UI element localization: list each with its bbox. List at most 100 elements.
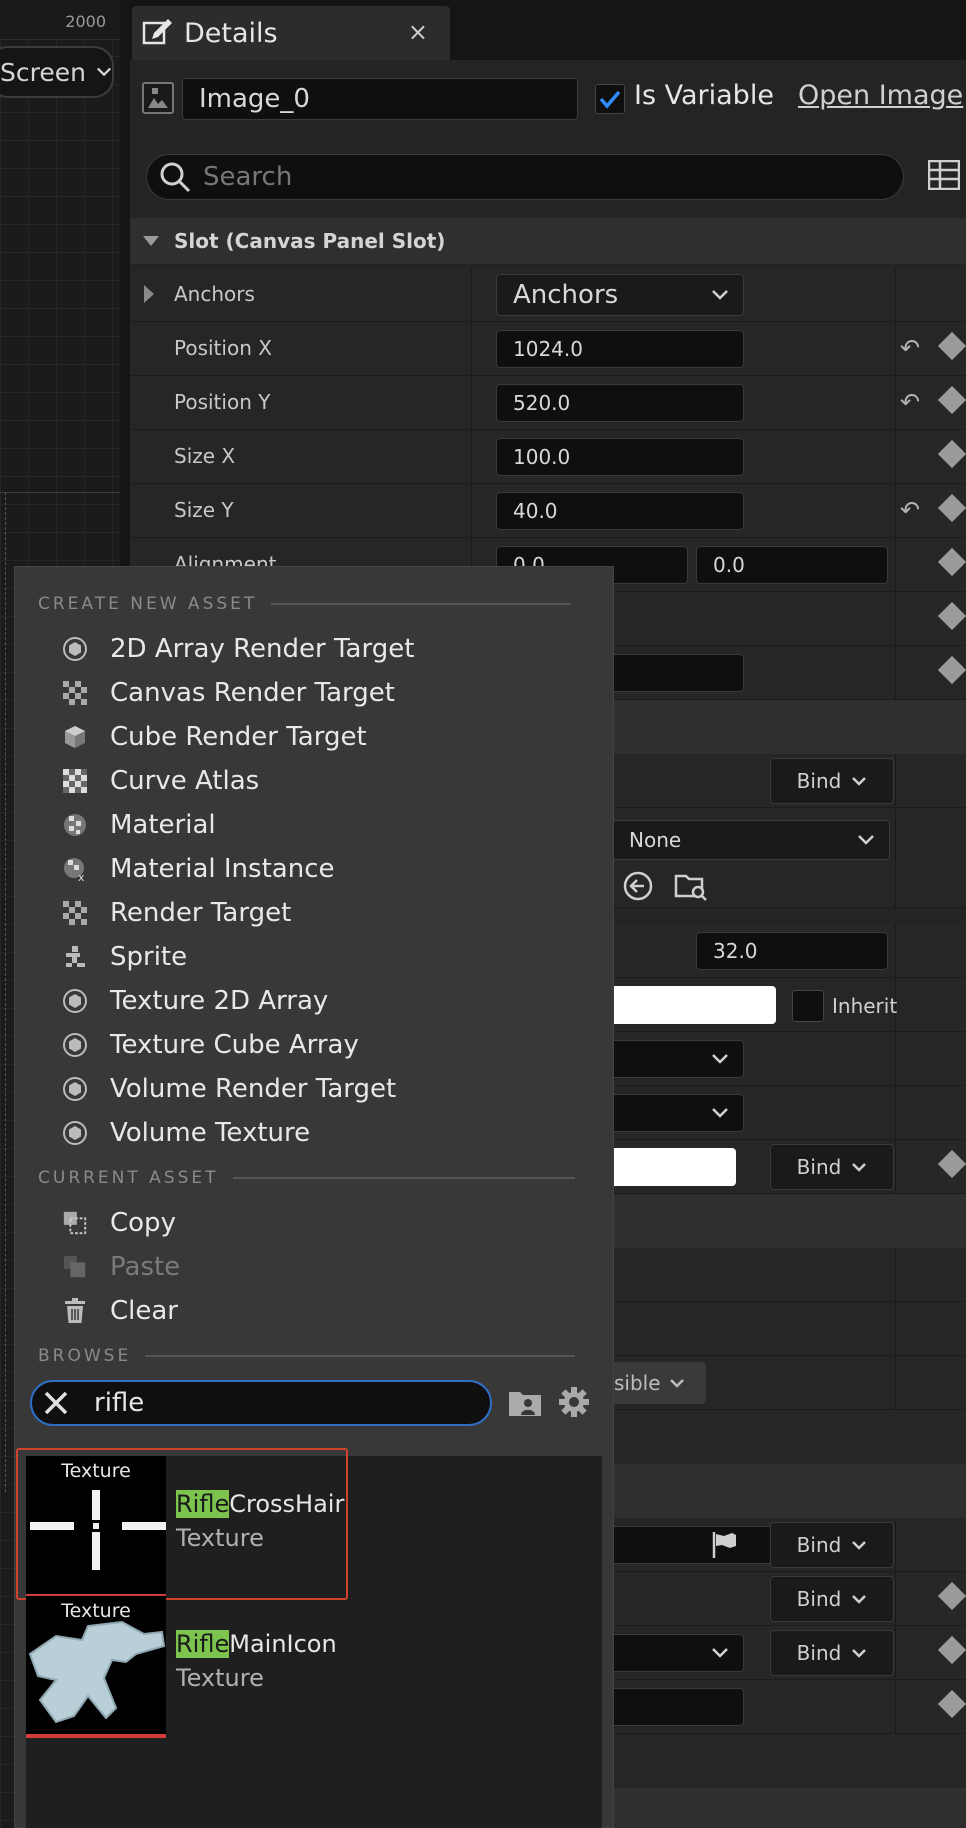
- menu-item-clear[interactable]: Clear: [62, 1291, 178, 1331]
- details-tab[interactable]: Details ×: [132, 6, 450, 60]
- gear-icon[interactable]: [558, 1386, 590, 1418]
- keyframe-diamond-icon[interactable]: [937, 601, 966, 631]
- details-tab-title: Details: [184, 17, 278, 49]
- inherit-label: Inherit: [832, 994, 898, 1018]
- open-image-link[interactable]: Open Image: [798, 80, 963, 111]
- visibility-dropdown[interactable]: sible: [600, 1362, 706, 1404]
- svg-text:x: x: [78, 871, 85, 882]
- keyframe-diamond-icon[interactable]: [937, 385, 966, 415]
- menu-item-label: Texture Cube Array: [110, 1030, 359, 1060]
- asset-type-label: Texture: [176, 1664, 264, 1692]
- bind-button[interactable]: Bind: [770, 758, 894, 804]
- pencil-icon: [142, 19, 172, 45]
- position-x-input[interactable]: 1024.0: [496, 330, 744, 368]
- browse-folder-icon[interactable]: [674, 870, 708, 902]
- reset-arrow-icon[interactable]: ↶: [900, 388, 920, 416]
- chevron-down-icon: [852, 777, 867, 786]
- menu-item-2d-array-render-target[interactable]: 2D Array Render Target: [62, 629, 414, 669]
- asset-search-input[interactable]: rifle: [30, 1380, 492, 1426]
- menu-item-material[interactable]: Material: [62, 805, 216, 845]
- table-view-icon[interactable]: [927, 159, 961, 191]
- keyframe-diamond-icon[interactable]: [937, 547, 966, 577]
- bind-button[interactable]: Bind: [770, 1630, 894, 1676]
- widget-bounds-dashed-line: [5, 492, 6, 1492]
- keyframe-diamond-icon[interactable]: [937, 1149, 966, 1179]
- keyframe-diamond-icon[interactable]: [937, 439, 966, 469]
- bind-label: Bind: [796, 1533, 842, 1557]
- bind-button[interactable]: Bind: [770, 1576, 894, 1622]
- viewport-guide-line: [0, 492, 120, 493]
- chevron-down-icon: [712, 290, 728, 300]
- dropdown[interactable]: [610, 1040, 744, 1078]
- position-y-input[interactable]: 520.0: [496, 384, 744, 422]
- color-swatch[interactable]: [610, 986, 776, 1024]
- menu-item-copy[interactable]: Copy: [62, 1203, 176, 1243]
- size-x-input[interactable]: 100.0: [496, 438, 744, 476]
- menu-item-curve-atlas[interactable]: Curve Atlas: [62, 761, 259, 801]
- menu-item-label: Clear: [110, 1296, 178, 1326]
- size-y-input[interactable]: 40.0: [496, 492, 744, 530]
- menu-item-volume-texture[interactable]: Volume Texture: [62, 1113, 310, 1153]
- bind-button[interactable]: Bind: [770, 1522, 894, 1568]
- flag-icon[interactable]: [710, 1530, 740, 1560]
- screen-button-label: Screen: [0, 57, 86, 87]
- menu-item-paste[interactable]: Paste: [62, 1247, 180, 1287]
- is-variable-checkbox[interactable]: [595, 84, 625, 114]
- menu-item-cube-render-target[interactable]: Cube Render Target: [62, 717, 367, 757]
- property-row-anchors: Anchors Anchors: [130, 268, 966, 322]
- menu-item-sprite[interactable]: Sprite: [62, 937, 187, 977]
- inherit-checkbox[interactable]: [792, 990, 824, 1022]
- menu-item-texture-2d-array[interactable]: Texture 2D Array: [62, 981, 328, 1021]
- folder-user-icon[interactable]: [508, 1388, 542, 1418]
- keyframe-diamond-icon[interactable]: [937, 493, 966, 523]
- cube-icon: [62, 1032, 88, 1058]
- clear-x-icon[interactable]: [42, 1389, 70, 1417]
- bind-button[interactable]: Bind: [770, 1144, 894, 1190]
- chevron-down-icon: [858, 835, 874, 845]
- property-row-position-x: Position X 1024.0 ↶: [130, 322, 966, 376]
- keyframe-diamond-icon[interactable]: [937, 331, 966, 361]
- section-title: CREATE NEW ASSET: [38, 594, 258, 614]
- expand-triangle-icon[interactable]: [142, 284, 156, 304]
- asset-name-rifle-mainicon[interactable]: RifleMainIcon: [176, 1630, 337, 1658]
- trash-icon: [62, 1298, 88, 1324]
- menu-item-label: Cube Render Target: [110, 722, 367, 752]
- color-swatch[interactable]: [610, 1148, 736, 1186]
- menu-item-canvas-render-target[interactable]: Canvas Render Target: [62, 673, 395, 713]
- reset-arrow-icon[interactable]: ↶: [900, 496, 920, 524]
- anchors-dropdown[interactable]: Anchors: [496, 274, 744, 316]
- close-icon[interactable]: ×: [408, 18, 428, 46]
- value-input[interactable]: [610, 1688, 744, 1726]
- property-row-position-y: Position Y 520.0 ↶: [130, 376, 966, 430]
- menu-item-texture-cube-array[interactable]: Texture Cube Array: [62, 1025, 359, 1065]
- slot-category-header[interactable]: Slot (Canvas Panel Slot): [130, 218, 966, 264]
- menu-item-label: Material Instance: [110, 854, 335, 884]
- dropdown[interactable]: [610, 1634, 744, 1672]
- image-asset-dropdown[interactable]: None: [612, 820, 890, 860]
- widget-name-input[interactable]: Image_0: [182, 78, 578, 120]
- selected-asset-outline: [16, 1448, 348, 1600]
- dropdown[interactable]: [610, 1094, 744, 1132]
- screen-size-dropdown[interactable]: Screen: [0, 46, 114, 98]
- value-input[interactable]: [610, 1526, 778, 1564]
- reset-arrow-icon[interactable]: ↶: [900, 334, 920, 362]
- use-selected-arrow-icon[interactable]: [622, 870, 654, 902]
- collapse-triangle-icon: [143, 236, 159, 246]
- section-title: CURRENT ASSET: [38, 1168, 219, 1188]
- menu-item-material-instance[interactable]: x Material Instance: [62, 849, 334, 889]
- asset-thumbnail-rifle-mainicon[interactable]: Texture: [26, 1596, 166, 1738]
- keyframe-diamond-icon[interactable]: [937, 655, 966, 685]
- chevron-down-icon: [669, 1379, 684, 1388]
- menu-item-label: Curve Atlas: [110, 766, 260, 796]
- position-y-label: Position Y: [174, 390, 271, 414]
- current-asset-header: CURRENT ASSET: [38, 1168, 575, 1188]
- menu-item-render-target[interactable]: Render Target: [62, 893, 291, 933]
- menu-item-volume-render-target[interactable]: Volume Render Target: [62, 1069, 396, 1109]
- value-input-32[interactable]: 32.0: [696, 932, 888, 970]
- details-search-input[interactable]: Search: [146, 154, 904, 200]
- keyframe-diamond-icon[interactable]: [937, 1581, 966, 1611]
- keyframe-diamond-icon[interactable]: [937, 1635, 966, 1665]
- menu-item-label: Texture 2D Array: [110, 986, 329, 1016]
- alignment-y-input[interactable]: 0.0: [696, 546, 888, 584]
- keyframe-diamond-icon[interactable]: [937, 1689, 966, 1719]
